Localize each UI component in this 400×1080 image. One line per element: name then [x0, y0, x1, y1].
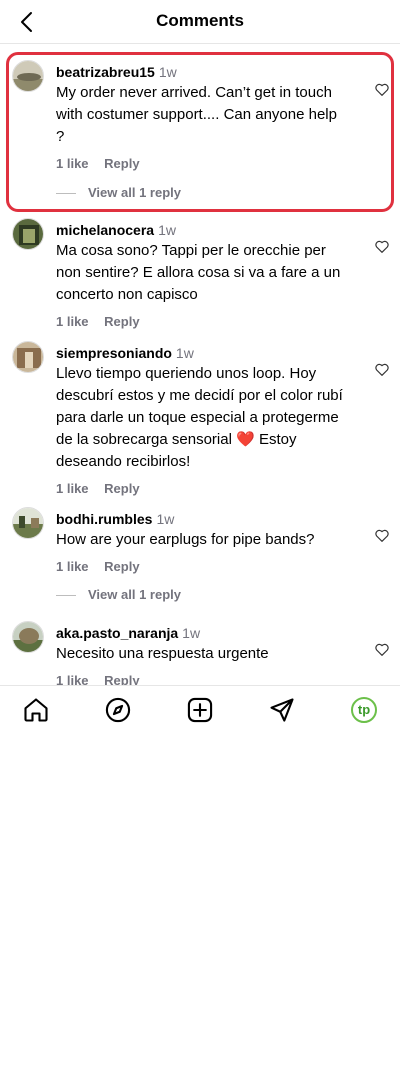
like-heart-icon[interactable]: [374, 82, 390, 98]
avatar[interactable]: [12, 507, 44, 539]
avatar[interactable]: [12, 218, 44, 250]
reply-button[interactable]: Reply: [104, 559, 139, 574]
comment-text: Necesito una respuesta urgente: [56, 645, 269, 662]
comment-username[interactable]: bodhi.rumbles: [56, 511, 152, 527]
like-heart-icon[interactable]: [374, 239, 390, 255]
comment-time: 1w: [156, 511, 175, 527]
view-replies-label: View all 1 reply: [88, 587, 181, 602]
like-heart-icon[interactable]: [374, 642, 390, 658]
like-count[interactable]: 1 like: [56, 559, 89, 574]
avatar[interactable]: [12, 60, 44, 92]
view-replies-link[interactable]: View all 1 reply: [56, 185, 181, 200]
comment-text: How are your earplugs for pipe bands?: [56, 531, 315, 548]
like-heart-icon[interactable]: [374, 362, 390, 378]
comment-text: Llevo tiempo queriendo unos loop. Hoy de…: [56, 365, 343, 470]
bottom-tab-bar: tp: [0, 685, 400, 735]
like-count[interactable]: 1 like: [56, 156, 89, 171]
comment-username[interactable]: michelanocera: [56, 222, 154, 238]
divider: [56, 595, 76, 597]
profile-avatar-icon[interactable]: tp: [350, 696, 378, 724]
comment-time: 1w: [175, 345, 194, 361]
profile-initials: tp: [357, 702, 371, 717]
comment-time: 1w: [182, 625, 201, 641]
like-count[interactable]: 1 like: [56, 481, 89, 496]
view-replies-label: View all 1 reply: [88, 185, 181, 200]
reply-button[interactable]: Reply: [104, 156, 139, 171]
top-bar: Comments: [0, 0, 400, 44]
comment-time: 1w: [158, 222, 176, 238]
explore-compass-icon[interactable]: [104, 696, 132, 724]
comment-text: My order never arrived. Can’t get in tou…: [56, 84, 337, 145]
like-heart-icon[interactable]: [374, 528, 390, 544]
comment-username[interactable]: siempresoniando: [56, 345, 172, 361]
comment-time: 1w: [158, 64, 177, 80]
reply-button[interactable]: Reply: [104, 314, 139, 329]
direct-send-icon[interactable]: [268, 696, 296, 724]
page-title: Comments: [156, 11, 244, 30]
like-count[interactable]: 1 like: [56, 314, 89, 329]
divider: [56, 193, 76, 195]
reply-button[interactable]: Reply: [104, 481, 139, 496]
avatar[interactable]: [12, 621, 44, 653]
home-icon[interactable]: [22, 696, 50, 724]
comment-text: Ma cosa sono? Tappi per le orecchie per …: [56, 242, 341, 303]
comment-username[interactable]: beatrizabreu15: [56, 64, 155, 80]
avatar[interactable]: [12, 341, 44, 373]
create-plus-icon[interactable]: [186, 696, 214, 724]
view-replies-link[interactable]: View all 1 reply: [56, 587, 181, 602]
comment-username[interactable]: aka.pasto_naranja: [56, 625, 178, 641]
